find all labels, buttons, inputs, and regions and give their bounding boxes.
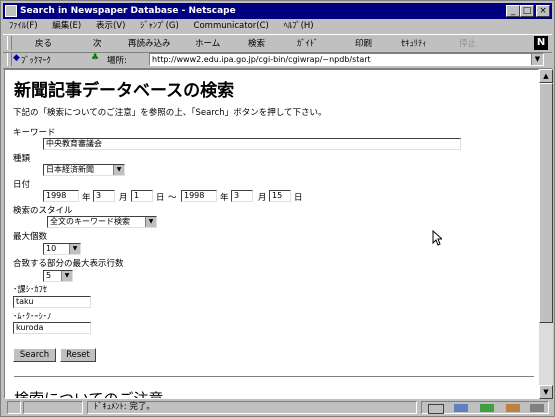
type-select[interactable]: 日本経済新聞 ▼ [43, 164, 125, 176]
menu-edit[interactable]: 編集(E) [52, 21, 81, 31]
chevron-down-icon: ▼ [113, 165, 124, 175]
from-day-unit: 日 [156, 193, 165, 203]
chevron-down-icon: ▼ [61, 271, 72, 281]
browser-window: Search in Newspaper Database - Netscape … [0, 0, 555, 417]
url-dropdown-icon[interactable]: ▼ [531, 54, 543, 65]
vertical-scrollbar[interactable]: ▲ ▼ [539, 69, 553, 399]
from-year-unit: 年 [82, 193, 91, 203]
date-range-separator: ～ [168, 193, 177, 203]
title-bar[interactable]: Search in Newspaper Database - Netscape … [3, 3, 552, 19]
scroll-down-icon[interactable]: ▼ [539, 385, 553, 399]
menu-go[interactable]: ｼﾞｬﾝﾌﾟ(G) [140, 21, 179, 31]
menu-communicator[interactable]: Communicator(C) [194, 21, 269, 31]
reload-button[interactable]: 再読み込み [128, 37, 171, 49]
to-year-unit: 年 [220, 193, 229, 203]
max-select[interactable]: 10 ▼ [43, 243, 81, 255]
close-button[interactable]: × [536, 5, 550, 17]
menu-view[interactable]: 表示(V) [96, 21, 125, 31]
user-input[interactable]: taku [13, 296, 91, 308]
forward-button[interactable]: 次 [93, 37, 102, 49]
to-day-unit: 日 [294, 193, 303, 203]
print-button[interactable]: 印刷 [355, 37, 372, 49]
resize-grip-icon[interactable] [530, 404, 544, 412]
style-select[interactable]: 全文のキーワード検索 ▼ [47, 216, 157, 228]
component-bar [421, 401, 549, 414]
composer-icon[interactable] [506, 404, 520, 412]
from-month-input[interactable]: 3 [93, 190, 115, 202]
type-select-value: 日本経済新聞 [46, 165, 94, 174]
lines-label: 合致する部分の最大表示行数 [13, 259, 124, 269]
style-select-value: 全文のキーワード検索 [50, 217, 130, 226]
from-year-input[interactable]: 1998 [43, 190, 79, 202]
discussions-icon[interactable] [480, 404, 494, 412]
from-month-unit: 月 [119, 193, 128, 203]
url-text: http://www2.edu.ipa.go.jp/cgi-bin/cgiwra… [152, 55, 371, 64]
guide-button[interactable]: ｶﾞｲﾄﾞ [297, 37, 318, 49]
location-toolbar: ◆ ﾌﾞｯｸﾏｰｸ ♣ 場所: http://www2.edu.ipa.go.j… [3, 52, 552, 69]
back-button[interactable]: 戻る [35, 37, 52, 49]
type-label: 種類 [13, 154, 31, 164]
location-grip[interactable] [7, 53, 12, 66]
home-button[interactable]: ホーム [195, 37, 220, 49]
netscape-app-icon [5, 5, 17, 17]
chevron-down-icon: ▼ [69, 244, 80, 254]
scroll-up-icon[interactable]: ▲ [539, 69, 553, 83]
menu-help[interactable]: ﾍﾙﾌﾟ(H) [284, 21, 314, 31]
user-label: ･課ｼ･ｶﾌｾ [13, 285, 48, 295]
style-label: 検索のスタイル [13, 206, 73, 216]
security-lock-icon[interactable] [7, 401, 21, 414]
search-submit-button[interactable]: Search [13, 348, 56, 362]
maximize-button[interactable]: □ [520, 5, 534, 17]
notes-heading: 検索についてのご注意 [14, 390, 164, 399]
keyword-label: キーワード [13, 128, 56, 138]
max-label: 最大個数 [13, 232, 48, 242]
from-day-input[interactable]: 1 [131, 190, 153, 202]
minimize-button[interactable]: _ [506, 5, 520, 17]
status-bar: ﾄﾞｷｭﾒﾝﾄ: 完了。 [3, 400, 552, 415]
mail-icon[interactable] [454, 404, 468, 412]
toolbar-grip[interactable] [7, 36, 12, 50]
lines-select-value: 5 [46, 271, 52, 280]
scroll-thumb[interactable] [539, 83, 553, 323]
page-content: 新聞記事データベースの検索 下記の「検索についてのご注意」を参照の上、「Sear… [4, 69, 539, 399]
max-select-value: 10 [46, 244, 57, 253]
netscape-logo-icon: N [534, 36, 548, 50]
url-field[interactable]: http://www2.edu.ipa.go.jp/cgi-bin/cgiwra… [149, 53, 544, 66]
intro-text: 下記の「検索についてのご注意」を参照の上、「Search」ボタンを押して下さい。 [13, 108, 327, 118]
date-label: 日付 [13, 180, 31, 190]
mouse-cursor-icon [432, 230, 442, 246]
menu-file[interactable]: ﾌｧｲﾙ(F) [9, 21, 38, 31]
lines-select[interactable]: 5 ▼ [43, 270, 73, 282]
bookmark-icon: ◆ [13, 53, 20, 63]
security-button[interactable]: ｾｷｭﾘﾃｨ [401, 37, 427, 49]
password-input[interactable]: kuroda [13, 322, 91, 334]
navigation-toolbar: 戻る 次 再読み込み ホーム 検索 ｶﾞｲﾄﾞ 印刷 ｾｷｭﾘﾃｨ 停止 N [3, 34, 552, 53]
progress-pane [23, 401, 83, 414]
to-month-input[interactable]: 3 [231, 190, 253, 202]
page-title: 新聞記事データベースの検索 [14, 81, 235, 101]
to-month-unit: 月 [258, 193, 267, 203]
location-label: 場所: [107, 56, 127, 66]
reset-button[interactable]: Reset [60, 348, 96, 362]
window-title: Search in Newspaper Database - Netscape [20, 6, 236, 16]
to-day-input[interactable]: 15 [269, 190, 291, 202]
menu-bar: ﾌｧｲﾙ(F) 編集(E) 表示(V) ｼﾞｬﾝﾌﾟ(G) Communicat… [3, 19, 552, 33]
password-label: ･ﾑ･ｸ･ｰｼ･ﾉ [13, 312, 52, 322]
stop-button[interactable]: 停止 [459, 37, 476, 49]
to-year-input[interactable]: 1998 [181, 190, 217, 202]
divider [14, 376, 534, 378]
page-proxy-icon[interactable]: ♣ [91, 53, 99, 63]
keyword-input[interactable]: 中央教育審議会 [43, 138, 461, 150]
navigator-icon[interactable] [428, 404, 444, 414]
bookmarks-button[interactable]: ﾌﾞｯｸﾏｰｸ [21, 54, 51, 66]
search-button[interactable]: 検索 [248, 37, 265, 49]
chevron-down-icon: ▼ [145, 217, 156, 227]
status-text: ﾄﾞｷｭﾒﾝﾄ: 完了。 [87, 401, 417, 414]
